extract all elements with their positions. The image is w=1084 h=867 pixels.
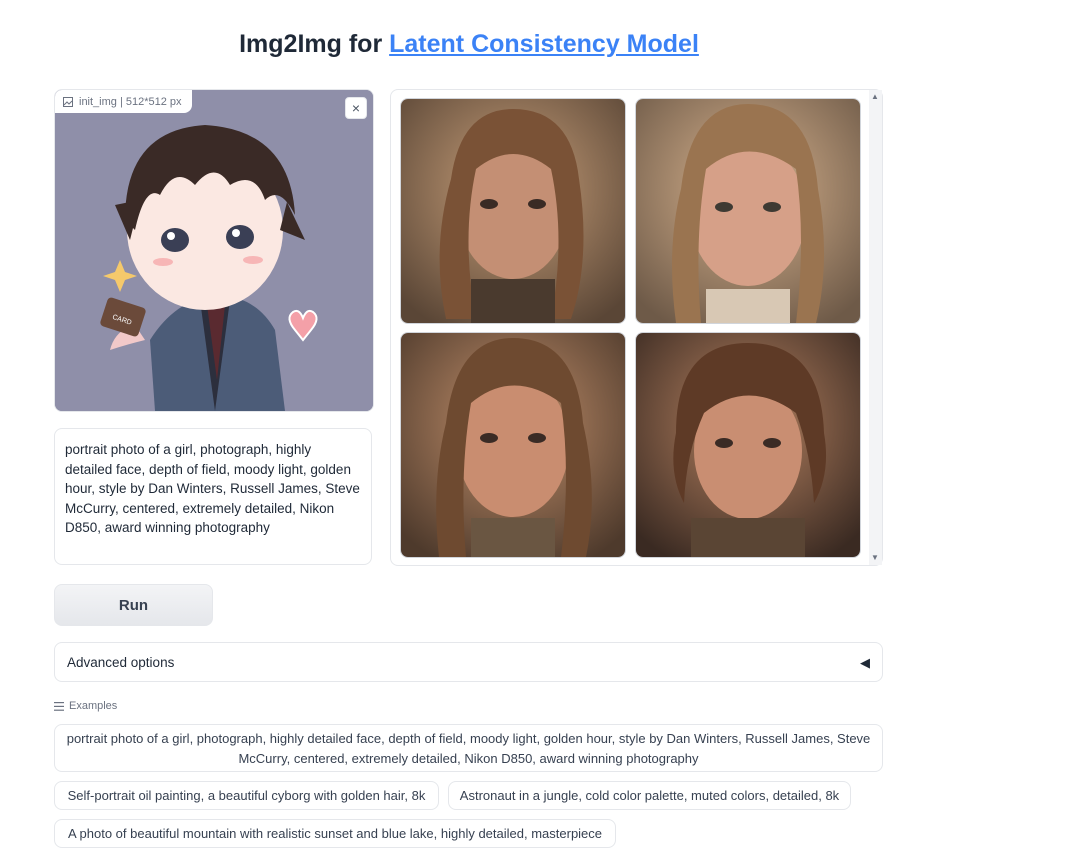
caret-left-icon: ◀ — [860, 655, 870, 670]
gallery-scrollbar[interactable]: ▲ ▼ — [869, 90, 882, 565]
init-image-panel[interactable]: CARD init_img | 512*512 px × — [54, 89, 374, 412]
example-item-3[interactable]: Astronaut in a jungle, cold color palett… — [448, 781, 851, 810]
example-item-2[interactable]: Self-portrait oil painting, a beautiful … — [54, 781, 439, 810]
examples-label-text: Examples — [69, 700, 118, 712]
portrait-image — [401, 99, 625, 323]
close-icon: × — [351, 100, 361, 116]
title-link[interactable]: Latent Consistency Model — [389, 30, 699, 58]
gallery-image-3[interactable] — [400, 332, 626, 558]
portrait-image — [636, 333, 860, 557]
examples-header: Examples — [54, 700, 117, 712]
scroll-up-icon[interactable]: ▲ — [871, 92, 879, 101]
title-text: Img2Img for — [239, 30, 390, 58]
init-image-label-text: init_img | 512*512 px — [79, 95, 182, 108]
gallery-image-2[interactable] — [635, 98, 861, 324]
page-title: Img2Img for Latent Consistency Model — [0, 30, 938, 59]
portrait-image — [636, 99, 860, 323]
advanced-options-label: Advanced options — [67, 654, 175, 670]
gallery-image-1[interactable] — [400, 98, 626, 324]
gallery-image-4[interactable] — [635, 332, 861, 558]
run-button[interactable]: Run — [54, 584, 213, 626]
scroll-down-icon[interactable]: ▼ — [871, 553, 879, 562]
output-gallery[interactable]: ▲ ▼ — [390, 89, 883, 566]
example-item-1[interactable]: portrait photo of a girl, photograph, hi… — [54, 724, 883, 772]
advanced-options-accordion[interactable]: Advanced options ◀ — [54, 642, 883, 682]
chibi-boy-image: CARD — [55, 90, 373, 411]
clear-image-button[interactable]: × — [345, 97, 367, 119]
init-image-label: init_img | 512*512 px — [55, 90, 192, 113]
image-icon — [63, 96, 73, 107]
portrait-image — [401, 333, 625, 557]
example-item-4[interactable]: A photo of beautiful mountain with reali… — [54, 819, 616, 848]
prompt-textbox[interactable]: portrait photo of a girl, photograph, hi… — [54, 428, 372, 565]
list-icon — [54, 701, 64, 711]
